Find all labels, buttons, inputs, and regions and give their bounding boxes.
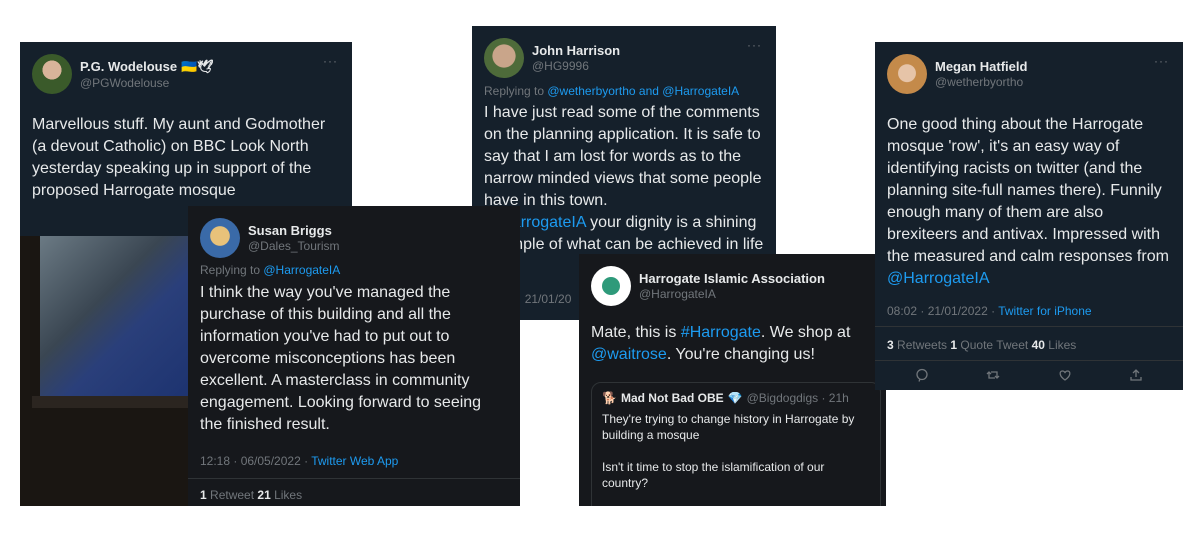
author-name[interactable]: Megan Hatfield: [935, 59, 1027, 74]
tweet-card-susan-briggs[interactable]: Susan Briggs @Dales_Tourism Replying to …: [188, 206, 520, 506]
timestamp[interactable]: 08:02 · 21/01/2022 ·: [887, 304, 998, 318]
tweet-actions: [915, 368, 1143, 382]
tweet-header: John Harrison @HG9996: [484, 38, 620, 78]
divider: [875, 326, 1183, 327]
divider: [188, 478, 520, 479]
retweet-count[interactable]: 1: [200, 488, 207, 502]
text-part: . We shop at: [760, 324, 855, 341]
timestamp[interactable]: 12:18 · 06/05/2022 ·: [200, 454, 311, 468]
quoted-author-name[interactable]: Mad Not Bad OBE: [621, 391, 724, 405]
tweet-stats: 3 Retweets 1 Quote Tweet 40 Likes: [887, 338, 1076, 352]
retweet-icon[interactable]: [986, 368, 1000, 382]
more-options-icon[interactable]: ···: [747, 38, 762, 52]
like-icon[interactable]: [1058, 368, 1072, 382]
source-link[interactable]: Twitter Web App: [311, 454, 398, 468]
like-count[interactable]: 21: [257, 488, 270, 502]
replying-to: Replying to @wetherbyortho and @Harrogat…: [484, 84, 739, 98]
reply-icon[interactable]: [915, 368, 929, 382]
reply-prefix: Replying to: [200, 263, 264, 277]
tweet-text: Marvellous stuff. My aunt and Godmother …: [32, 116, 330, 199]
source-link[interactable]: Twitter for iPhone: [998, 304, 1091, 318]
author-handle[interactable]: @HG9996: [532, 59, 620, 73]
quoted-tweet-header: 🐕 Mad Not Bad OBE 💎 @Bigdogdigs · 21h: [602, 391, 870, 405]
retweet-count[interactable]: 3: [887, 338, 894, 352]
like-label[interactable]: Likes: [1045, 338, 1076, 352]
tweet-timestamp: 12:18 · 06/05/2022 · Twitter Web App: [200, 454, 398, 468]
quoted-author-handle[interactable]: @Bigdogdigs · 21h: [747, 391, 849, 405]
flag-icons: 🇺🇦🕊: [181, 58, 214, 74]
retweet-label[interactable]: Retweets: [894, 338, 951, 352]
quote-label[interactable]: Quote Tweet: [957, 338, 1032, 352]
text-part: Mate, this is: [591, 324, 681, 341]
avatar[interactable]: [32, 54, 72, 94]
author-handle[interactable]: @HarrogateIA: [639, 287, 825, 301]
like-count[interactable]: 40: [1032, 338, 1045, 352]
author-name[interactable]: Susan Briggs: [248, 223, 340, 238]
tweet-text: I think the way you've managed the purch…: [200, 284, 486, 433]
share-icon[interactable]: [1129, 368, 1143, 382]
mention-link[interactable]: @HarrogateIA: [887, 270, 990, 287]
divider: [875, 360, 1183, 361]
tweet-text: Mate, this is #Harrogate. We shop at @wa…: [591, 322, 876, 366]
avatar-logo[interactable]: [591, 266, 631, 306]
author-handle[interactable]: @wetherbyortho: [935, 75, 1027, 89]
author-handle[interactable]: @Dales_Tourism: [248, 239, 340, 253]
author-name[interactable]: P.G. Wodelouse: [80, 59, 177, 74]
hashtag-link[interactable]: #Harrogate: [681, 324, 761, 341]
more-options-icon[interactable]: ···: [323, 54, 338, 68]
logo-tree-icon: [602, 277, 620, 295]
text-part: One good thing about the Harrogate mosqu…: [887, 116, 1174, 265]
tweet-card-harrogate-ia[interactable]: Harrogate Islamic Association @Harrogate…: [579, 254, 886, 506]
text-part: I have just read some of the comments on…: [484, 104, 766, 209]
author-name[interactable]: John Harrison: [532, 43, 620, 58]
retweet-label[interactable]: Retweet: [207, 488, 258, 502]
avatar[interactable]: [887, 54, 927, 94]
avatar[interactable]: [484, 38, 524, 78]
avatar[interactable]: [200, 218, 240, 258]
tweet-header: Harrogate Islamic Association @Harrogate…: [591, 266, 825, 306]
tweet-timestamp: 08:02 · 21/01/2022 · Twitter for iPhone: [887, 304, 1092, 318]
reply-mentions-link[interactable]: @wetherbyortho and @HarrogateIA: [547, 84, 739, 98]
tweet-header: Susan Briggs @Dales_Tourism: [200, 218, 340, 258]
quoted-tweet-text: They're trying to change history in Harr…: [602, 412, 855, 490]
mention-link[interactable]: @waitrose: [591, 346, 667, 363]
more-options-icon[interactable]: ···: [1154, 54, 1169, 68]
tweet-card-megan-hatfield[interactable]: Megan Hatfield @wetherbyortho ··· One go…: [875, 42, 1183, 390]
replying-to: Replying to @HarrogateIA: [200, 263, 340, 277]
quoted-tweet[interactable]: 🐕 Mad Not Bad OBE 💎 @Bigdogdigs · 21h Th…: [591, 382, 881, 506]
tv-stand: [32, 396, 202, 408]
text-part: . You're changing us!: [666, 346, 815, 363]
tweet-header: Megan Hatfield @wetherbyortho: [887, 54, 1027, 94]
author-name[interactable]: Harrogate Islamic Association: [639, 271, 825, 286]
tweet-stats: 1 Retweet 21 Likes: [200, 488, 302, 502]
reply-mention-link[interactable]: @HarrogateIA: [263, 263, 340, 277]
reply-prefix: Replying to: [484, 84, 548, 98]
tv-screen: [40, 236, 190, 396]
like-label[interactable]: Likes: [271, 488, 302, 502]
tweet-text: I have just read some of the comments on…: [484, 102, 774, 256]
author-handle[interactable]: @PGWodelouse: [80, 76, 214, 90]
dog-avatar-icon: 🐕: [602, 391, 617, 405]
diamond-icon: 💎: [727, 391, 743, 405]
tweet-header: P.G. Wodelouse 🇺🇦🕊 @PGWodelouse: [32, 54, 214, 94]
tweet-text: One good thing about the Harrogate mosqu…: [887, 114, 1177, 290]
